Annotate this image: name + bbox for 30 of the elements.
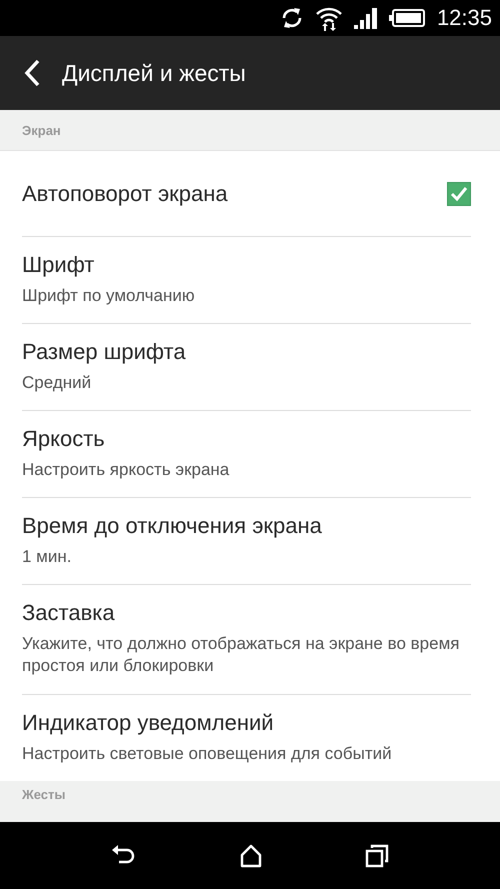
item-title: Размер шрифта bbox=[22, 339, 187, 366]
item-summary: Шрифт по умолчанию bbox=[22, 285, 196, 307]
back-button[interactable] bbox=[24, 59, 40, 87]
recent-apps-button[interactable] bbox=[364, 844, 389, 868]
item-summary: Укажите, что должно отображаться на экране во время простоя или блокировки bbox=[22, 633, 460, 678]
checkbox[interactable] bbox=[447, 182, 471, 206]
item-title: Автоповорот экрана bbox=[22, 181, 229, 207]
wifi-icon bbox=[314, 5, 343, 31]
item-summary: Настроить световые оповещения для событий bbox=[22, 742, 393, 765]
signal-icon bbox=[352, 7, 379, 29]
clock-time: 12:35 bbox=[436, 5, 492, 31]
screen-title: Дисплей и жесты bbox=[62, 60, 246, 86]
item-title: Заставка bbox=[22, 600, 116, 626]
home-button[interactable] bbox=[240, 844, 262, 868]
item-summary: Настроить яркость экрана bbox=[22, 459, 230, 482]
item-title: Шрифт bbox=[22, 252, 96, 278]
section-header: Жесты bbox=[0, 780, 500, 822]
item-summary: Средний bbox=[22, 372, 92, 394]
item-title: Время до отключения экрана bbox=[22, 513, 323, 540]
item-title: Индикатор уведомлений bbox=[22, 710, 275, 736]
settings-item[interactable]: Шрифт Шрифт по умолчанию bbox=[22, 236, 471, 324]
section-header: Экран bbox=[0, 110, 500, 151]
settings-item[interactable]: Время до отключения экрана 1 мин. bbox=[22, 497, 471, 584]
item-summary: 1 мин. bbox=[22, 546, 72, 568]
settings-item[interactable]: Яркость Настроить яркость экрана bbox=[22, 410, 471, 498]
settings-item[interactable]: Заставка Укажите, что должно отображаться на экране во время простоя или блокировки bbox=[22, 584, 471, 694]
settings-item[interactable]: Размер шрифта Средний bbox=[22, 323, 471, 410]
item-title: Яркость bbox=[22, 426, 106, 452]
settings-item[interactable]: Автоповорот экрана bbox=[22, 151, 471, 236]
battery-icon bbox=[388, 9, 425, 27]
